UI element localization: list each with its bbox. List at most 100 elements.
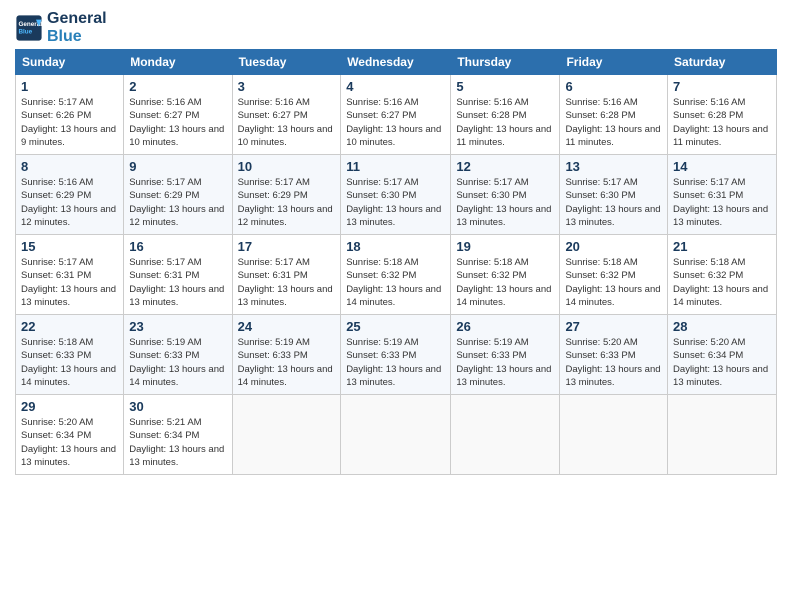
calendar-header-row: SundayMondayTuesdayWednesdayThursdayFrid… <box>16 50 777 75</box>
day-detail: Sunrise: 5:17 AMSunset: 6:30 PMDaylight:… <box>456 177 551 228</box>
calendar-cell: 25 Sunrise: 5:19 AMSunset: 6:33 PMDaylig… <box>341 315 451 395</box>
day-number: 20 <box>565 239 662 254</box>
day-detail: Sunrise: 5:17 AMSunset: 6:30 PMDaylight:… <box>346 177 441 228</box>
day-number: 10 <box>238 159 336 174</box>
calendar-cell: 10 Sunrise: 5:17 AMSunset: 6:29 PMDaylig… <box>232 155 341 235</box>
day-number: 18 <box>346 239 445 254</box>
logo-icon: General Blue <box>15 14 43 42</box>
calendar-cell: 11 Sunrise: 5:17 AMSunset: 6:30 PMDaylig… <box>341 155 451 235</box>
day-detail: Sunrise: 5:17 AMSunset: 6:30 PMDaylight:… <box>565 177 660 228</box>
day-detail: Sunrise: 5:16 AMSunset: 6:28 PMDaylight:… <box>456 97 551 148</box>
day-detail: Sunrise: 5:18 AMSunset: 6:32 PMDaylight:… <box>456 257 551 308</box>
day-number: 17 <box>238 239 336 254</box>
weekday-header-monday: Monday <box>124 50 232 75</box>
day-detail: Sunrise: 5:20 AMSunset: 6:33 PMDaylight:… <box>565 337 660 388</box>
day-number: 13 <box>565 159 662 174</box>
calendar-week-row: 22 Sunrise: 5:18 AMSunset: 6:33 PMDaylig… <box>16 315 777 395</box>
day-detail: Sunrise: 5:17 AMSunset: 6:29 PMDaylight:… <box>238 177 333 228</box>
calendar-cell: 14 Sunrise: 5:17 AMSunset: 6:31 PMDaylig… <box>668 155 777 235</box>
calendar-cell: 16 Sunrise: 5:17 AMSunset: 6:31 PMDaylig… <box>124 235 232 315</box>
calendar-week-row: 1 Sunrise: 5:17 AMSunset: 6:26 PMDayligh… <box>16 75 777 155</box>
day-number: 27 <box>565 319 662 334</box>
calendar-cell: 23 Sunrise: 5:19 AMSunset: 6:33 PMDaylig… <box>124 315 232 395</box>
day-detail: Sunrise: 5:16 AMSunset: 6:27 PMDaylight:… <box>238 97 333 148</box>
day-number: 19 <box>456 239 554 254</box>
calendar-cell: 18 Sunrise: 5:18 AMSunset: 6:32 PMDaylig… <box>341 235 451 315</box>
logo-text: General Blue <box>47 10 107 45</box>
calendar-cell: 4 Sunrise: 5:16 AMSunset: 6:27 PMDayligh… <box>341 75 451 155</box>
calendar-cell: 26 Sunrise: 5:19 AMSunset: 6:33 PMDaylig… <box>451 315 560 395</box>
svg-text:Blue: Blue <box>19 28 33 35</box>
calendar-cell: 21 Sunrise: 5:18 AMSunset: 6:32 PMDaylig… <box>668 235 777 315</box>
calendar-cell: 27 Sunrise: 5:20 AMSunset: 6:33 PMDaylig… <box>560 315 668 395</box>
calendar-cell: 28 Sunrise: 5:20 AMSunset: 6:34 PMDaylig… <box>668 315 777 395</box>
day-number: 5 <box>456 79 554 94</box>
day-number: 6 <box>565 79 662 94</box>
weekday-header-sunday: Sunday <box>16 50 124 75</box>
day-number: 26 <box>456 319 554 334</box>
weekday-header-wednesday: Wednesday <box>341 50 451 75</box>
day-number: 14 <box>673 159 771 174</box>
day-number: 29 <box>21 399 118 414</box>
day-detail: Sunrise: 5:16 AMSunset: 6:28 PMDaylight:… <box>673 97 768 148</box>
day-detail: Sunrise: 5:16 AMSunset: 6:29 PMDaylight:… <box>21 177 116 228</box>
calendar-cell: 6 Sunrise: 5:16 AMSunset: 6:28 PMDayligh… <box>560 75 668 155</box>
day-detail: Sunrise: 5:16 AMSunset: 6:28 PMDaylight:… <box>565 97 660 148</box>
weekday-header-saturday: Saturday <box>668 50 777 75</box>
calendar-cell: 20 Sunrise: 5:18 AMSunset: 6:32 PMDaylig… <box>560 235 668 315</box>
calendar-cell: 2 Sunrise: 5:16 AMSunset: 6:27 PMDayligh… <box>124 75 232 155</box>
day-number: 23 <box>129 319 226 334</box>
calendar-cell: 5 Sunrise: 5:16 AMSunset: 6:28 PMDayligh… <box>451 75 560 155</box>
calendar-cell: 22 Sunrise: 5:18 AMSunset: 6:33 PMDaylig… <box>16 315 124 395</box>
calendar-cell: 7 Sunrise: 5:16 AMSunset: 6:28 PMDayligh… <box>668 75 777 155</box>
calendar-cell: 1 Sunrise: 5:17 AMSunset: 6:26 PMDayligh… <box>16 75 124 155</box>
day-number: 4 <box>346 79 445 94</box>
day-detail: Sunrise: 5:18 AMSunset: 6:32 PMDaylight:… <box>673 257 768 308</box>
day-detail: Sunrise: 5:18 AMSunset: 6:32 PMDaylight:… <box>346 257 441 308</box>
day-number: 7 <box>673 79 771 94</box>
day-detail: Sunrise: 5:16 AMSunset: 6:27 PMDaylight:… <box>346 97 441 148</box>
day-detail: Sunrise: 5:19 AMSunset: 6:33 PMDaylight:… <box>129 337 224 388</box>
day-detail: Sunrise: 5:18 AMSunset: 6:33 PMDaylight:… <box>21 337 116 388</box>
calendar-cell: 15 Sunrise: 5:17 AMSunset: 6:31 PMDaylig… <box>16 235 124 315</box>
day-number: 12 <box>456 159 554 174</box>
day-number: 28 <box>673 319 771 334</box>
calendar-week-row: 8 Sunrise: 5:16 AMSunset: 6:29 PMDayligh… <box>16 155 777 235</box>
weekday-header-tuesday: Tuesday <box>232 50 341 75</box>
calendar-cell <box>232 395 341 475</box>
day-number: 25 <box>346 319 445 334</box>
day-detail: Sunrise: 5:18 AMSunset: 6:32 PMDaylight:… <box>565 257 660 308</box>
day-detail: Sunrise: 5:19 AMSunset: 6:33 PMDaylight:… <box>456 337 551 388</box>
day-detail: Sunrise: 5:17 AMSunset: 6:31 PMDaylight:… <box>129 257 224 308</box>
calendar-cell: 3 Sunrise: 5:16 AMSunset: 6:27 PMDayligh… <box>232 75 341 155</box>
calendar-week-row: 15 Sunrise: 5:17 AMSunset: 6:31 PMDaylig… <box>16 235 777 315</box>
calendar-cell: 24 Sunrise: 5:19 AMSunset: 6:33 PMDaylig… <box>232 315 341 395</box>
calendar-cell <box>668 395 777 475</box>
calendar-cell: 13 Sunrise: 5:17 AMSunset: 6:30 PMDaylig… <box>560 155 668 235</box>
day-detail: Sunrise: 5:17 AMSunset: 6:29 PMDaylight:… <box>129 177 224 228</box>
page-container: General Blue General Blue SundayMondayTu… <box>0 0 792 485</box>
day-number: 24 <box>238 319 336 334</box>
calendar-cell <box>560 395 668 475</box>
day-detail: Sunrise: 5:19 AMSunset: 6:33 PMDaylight:… <box>238 337 333 388</box>
day-number: 16 <box>129 239 226 254</box>
calendar-week-row: 29 Sunrise: 5:20 AMSunset: 6:34 PMDaylig… <box>16 395 777 475</box>
calendar-cell: 17 Sunrise: 5:17 AMSunset: 6:31 PMDaylig… <box>232 235 341 315</box>
calendar-cell <box>451 395 560 475</box>
day-number: 30 <box>129 399 226 414</box>
day-number: 2 <box>129 79 226 94</box>
day-detail: Sunrise: 5:17 AMSunset: 6:31 PMDaylight:… <box>238 257 333 308</box>
header: General Blue General Blue <box>15 10 777 45</box>
calendar-cell: 19 Sunrise: 5:18 AMSunset: 6:32 PMDaylig… <box>451 235 560 315</box>
calendar-cell: 9 Sunrise: 5:17 AMSunset: 6:29 PMDayligh… <box>124 155 232 235</box>
day-detail: Sunrise: 5:21 AMSunset: 6:34 PMDaylight:… <box>129 417 224 468</box>
calendar-table: SundayMondayTuesdayWednesdayThursdayFrid… <box>15 49 777 475</box>
weekday-header-friday: Friday <box>560 50 668 75</box>
day-detail: Sunrise: 5:17 AMSunset: 6:26 PMDaylight:… <box>21 97 116 148</box>
day-number: 22 <box>21 319 118 334</box>
logo: General Blue General Blue <box>15 10 107 45</box>
day-detail: Sunrise: 5:20 AMSunset: 6:34 PMDaylight:… <box>673 337 768 388</box>
day-number: 1 <box>21 79 118 94</box>
calendar-cell: 12 Sunrise: 5:17 AMSunset: 6:30 PMDaylig… <box>451 155 560 235</box>
weekday-header-thursday: Thursday <box>451 50 560 75</box>
